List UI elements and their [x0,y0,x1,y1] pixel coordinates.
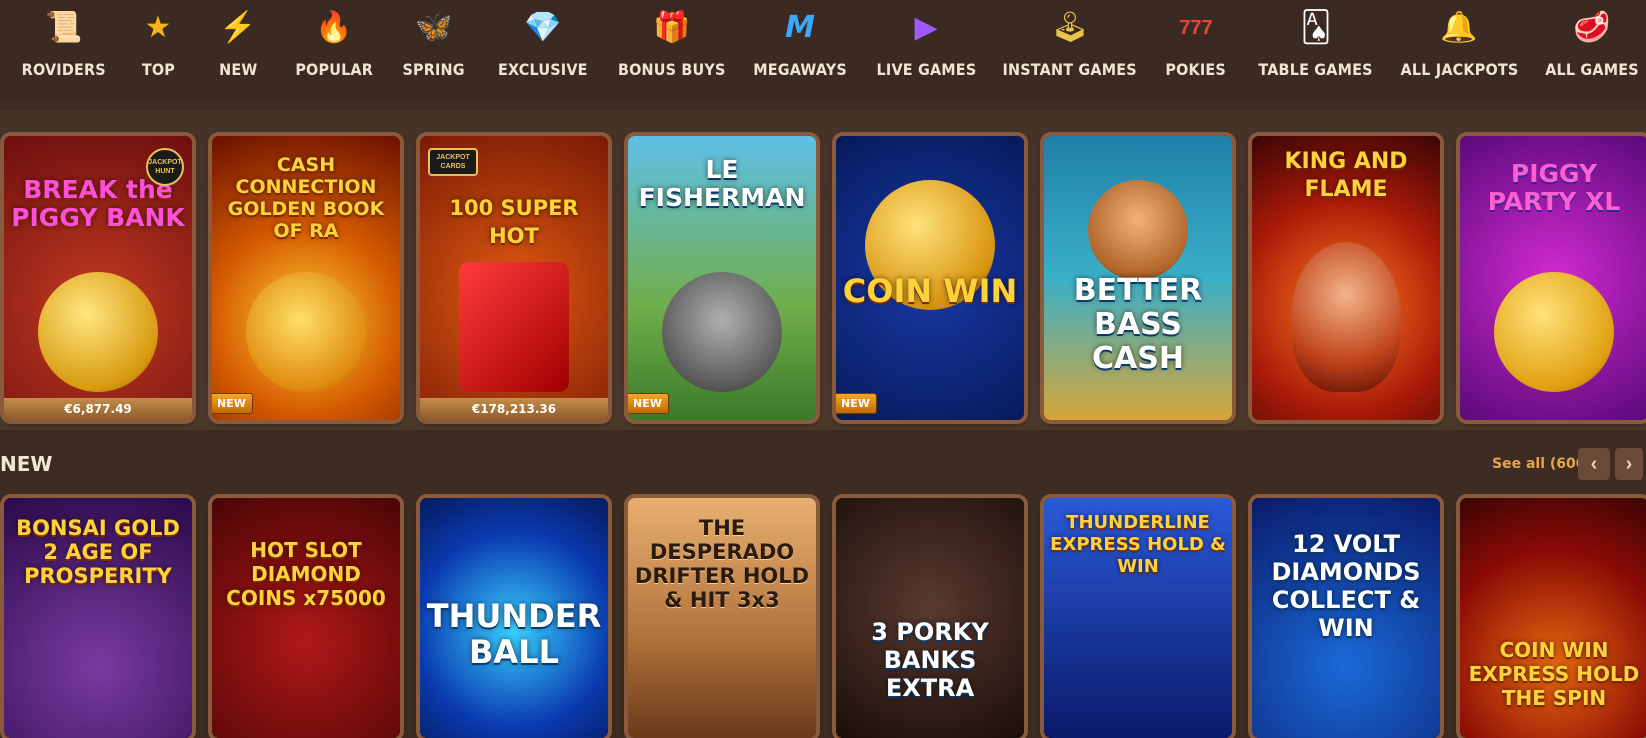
diamond-icon: 💎 [524,11,562,44]
nav-label: POPULAR [295,60,373,79]
chevron-right-icon: › [1625,453,1633,475]
nav-bonus-buys[interactable]: 🎁 BONUS BUYS [618,8,726,88]
nav-label: INSTANT GAMES [1002,60,1138,79]
nav-new[interactable]: ⚡ NEW [210,8,266,88]
game-tile[interactable]: BREAK the PIGGY BANK JACKPOT HUNT €6,877… [4,136,192,420]
game-title: 3 PORKY BANKS EXTRA [871,618,989,702]
game-title: 100 SUPER HOT [449,196,579,248]
lightning-icon: ⚡ [219,11,257,44]
chevron-left-icon: ‹ [1590,453,1598,475]
jackpot-hunt-badge: JACKPOT HUNT [146,148,184,186]
game-title: THUNDER BALL [426,597,602,671]
nav-spring[interactable]: 🦋 SPRING [398,8,470,88]
nav-exclusive[interactable]: 💎 EXCLUSIVE [498,8,588,88]
game-tile[interactable]: THUNDERLINE EXPRESS HOLD & WIN [1044,498,1232,738]
nav-label: EXCLUSIVE [498,60,588,79]
game-tile[interactable]: BONSAI GOLD 2 AGE OF PROSPERITY [4,498,192,738]
jackpot-amount: €6,877.49 [4,398,192,420]
nav-label: NEW [218,60,258,79]
game-tile[interactable]: BETTER BASS CASH [1044,136,1232,420]
flame-icon: 🔥 [315,11,353,44]
jackpot-cards-badge: JACKPOT CARDS [428,148,478,176]
game-title: LE FISHERMAN [638,155,806,212]
game-title: BONSAI GOLD 2 AGE OF PROSPERITY [16,516,180,588]
nav-label: ALL GAMES [1545,60,1639,79]
game-tile[interactable]: CASH CONNECTION GOLDEN BOOK OF RA NEW [212,136,400,420]
game-title: BETTER BASS CASH [1073,273,1203,376]
playing-cards-icon: 🂡 [1300,11,1332,44]
nav-label: BONUS BUYS [618,60,726,79]
nav-pokies[interactable]: 777 POKIES [1160,8,1232,88]
game-title: COIN WIN [842,272,1018,310]
nav-all-jackpots[interactable]: 🔔 ALL JACKPOTS [1400,8,1518,88]
golden-book-art [246,272,366,392]
nav-all-games[interactable]: 🥩 ALL GAMES [1545,8,1639,88]
section-title-new: NEW [0,452,53,476]
nav-label: ROVIDERS [21,60,107,79]
slot-777-icon: 777 [1179,17,1213,39]
game-tile[interactable]: THUNDER BALL [420,498,608,738]
nav-instant-games[interactable]: 🕹 INSTANT GAMES [1002,8,1138,88]
game-tile[interactable]: LE FISHERMAN NEW [628,136,816,420]
nav-megaways[interactable]: M MEGAWAYS [752,8,848,88]
fisherman-face-art [1088,180,1188,280]
game-title: CASH CONNECTION GOLDEN BOOK OF RA [227,154,385,242]
nav-label: SPRING [402,60,466,79]
flame-queen-art [1291,242,1401,392]
piggy-bank-art [38,272,158,392]
nav-top[interactable]: ★ TOP [130,8,186,88]
raccoon-fisherman-art [662,272,782,392]
lucky-seven-art [459,262,569,392]
play-icon: ▶ [914,11,938,44]
nav-table-games[interactable]: 🂡 TABLE GAMES [1258,8,1374,88]
game-title: THE DESPERADO DRIFTER HOLD & HIT 3x3 [634,516,810,612]
game-tile[interactable]: 3 PORKY BANKS EXTRA [836,498,1024,738]
game-tile[interactable]: COIN WIN EXPRESS HOLD THE SPIN [1460,498,1646,738]
game-title: THUNDERLINE EXPRESS HOLD & WIN [1050,512,1226,577]
nav-label: TABLE GAMES [1258,60,1374,79]
game-tile[interactable]: PIGGY PARTY XL [1460,136,1646,420]
game-title: COIN WIN EXPRESS HOLD THE SPIN [1468,638,1640,710]
nav-label: TOP [141,60,175,79]
game-tile[interactable]: HOT SLOT DIAMOND COINS x75000 [212,498,400,738]
new-badge: NEW [836,393,877,414]
jackpot-amount: €178,213.36 [420,398,608,420]
nav-providers[interactable]: 📜 ROVIDERS [21,8,107,88]
nav-label: LIVE GAMES [876,60,976,79]
meat-icon: 🥩 [1573,11,1611,44]
bell-icon: 🔔 [1440,11,1478,44]
game-title: PIGGY PARTY XL [1487,159,1621,216]
gift-icon: 🎁 [653,11,691,44]
carousel-prev-button[interactable]: ‹ [1578,448,1610,480]
game-tile[interactable]: 12 VOLT DIAMONDS COLLECT & WIN [1252,498,1440,738]
joystick-icon: 🕹 [1050,11,1090,44]
nav-label: MEGAWAYS [753,60,847,79]
game-tile[interactable]: THE DESPERADO DRIFTER HOLD & HIT 3x3 [628,498,816,738]
carousel-next-button[interactable]: › [1615,448,1643,480]
new-badge: NEW [212,393,253,414]
nav-label: POKIES [1165,60,1227,79]
butterfly-icon: 🦋 [415,11,453,44]
game-tile[interactable]: KING AND FLAME [1252,136,1440,420]
nav-live-games[interactable]: ▶ LIVE GAMES [876,8,976,88]
game-tile[interactable]: COIN WIN NEW [836,136,1024,420]
game-tile[interactable]: 100 SUPER HOT JACKPOT CARDS €178,213.36 [420,136,608,420]
nav-popular[interactable]: 🔥 POPULAR [292,8,376,88]
golden-piggy-art [1494,272,1614,392]
see-all-link[interactable]: See all (600) [1492,456,1592,472]
game-title: HOT SLOT DIAMOND COINS x75000 [226,538,386,610]
scroll-icon: 📜 [45,11,83,44]
megaways-m-icon: M [785,10,815,45]
new-badge: NEW [628,393,669,414]
star-icon: ★ [144,11,172,44]
nav-label: ALL JACKPOTS [1400,60,1518,79]
category-nav: 📜 ROVIDERS ★ TOP ⚡ NEW 🔥 POPULAR 🦋 SPRIN… [0,0,1646,100]
game-title: 12 VOLT DIAMONDS COLLECT & WIN [1271,530,1421,642]
game-title: KING AND FLAME [1284,149,1408,202]
